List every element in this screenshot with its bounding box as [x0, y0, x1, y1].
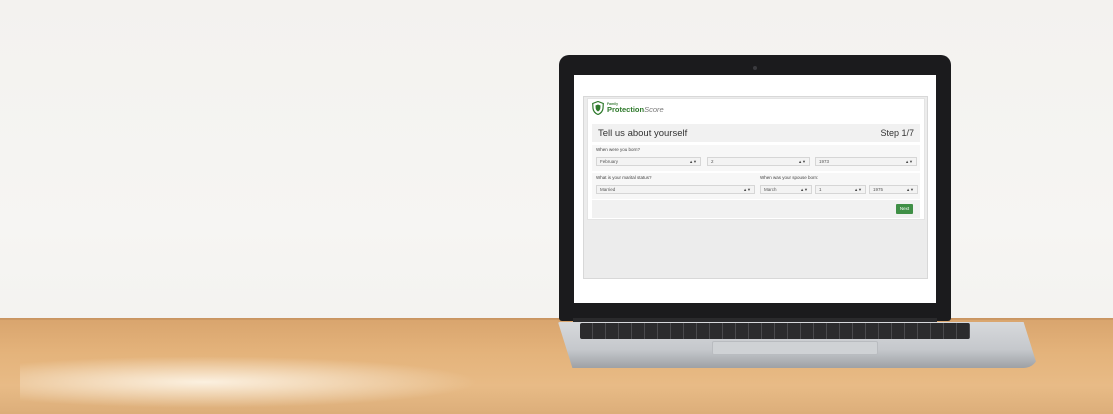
form-card: Family ProtectionScore Tell us about you…: [587, 98, 925, 220]
spouse-birth-month-select[interactable]: March ▲▼: [760, 185, 812, 194]
dropdown-arrow-icon: ▲▼: [854, 187, 862, 192]
dropdown-arrow-icon: ▲▼: [689, 159, 697, 164]
dropdown-arrow-icon: ▲▼: [800, 187, 808, 192]
webcam: [753, 66, 757, 70]
marital-status-select[interactable]: Married ▲▼: [596, 185, 755, 194]
spouse-birth-day-select[interactable]: 1 ▲▼: [815, 185, 866, 194]
birth-day-select[interactable]: 2 ▲▼: [707, 157, 810, 166]
laptop-trackpad: [712, 341, 878, 355]
marital-status-label: What is your marital status?: [596, 175, 652, 180]
desk-light-reflection: [20, 356, 480, 408]
birth-date-section: When were you born? February ▲▼ 2 ▲▼ 1973 ▲…: [592, 145, 920, 171]
laptop-screen: Family ProtectionScore Tell us about you…: [574, 75, 936, 303]
dropdown-arrow-icon: ▲▼: [798, 159, 806, 164]
shield-icon: [592, 101, 604, 115]
page-title: Tell us about yourself: [598, 127, 688, 139]
birth-year-select[interactable]: 1973 ▲▼: [815, 157, 917, 166]
dropdown-arrow-icon: ▲▼: [905, 159, 913, 164]
dropdown-arrow-icon: ▲▼: [906, 187, 914, 192]
brand-logo: Family ProtectionScore: [592, 101, 664, 115]
logo-main-text: ProtectionScore: [607, 105, 664, 114]
form-header: Tell us about yourself Step 1/7: [592, 124, 920, 142]
spouse-birth-label: When was your spouse born:: [760, 175, 819, 180]
dropdown-arrow-icon: ▲▼: [743, 187, 751, 192]
spouse-birth-year-select[interactable]: 1975 ▲▼: [869, 185, 918, 194]
app-window: Family ProtectionScore Tell us about you…: [583, 96, 928, 279]
birth-month-select[interactable]: February ▲▼: [596, 157, 701, 166]
step-indicator: Step 1/7: [880, 128, 914, 138]
form-actions: Next: [592, 200, 920, 218]
logo-suffix: Score: [644, 105, 664, 114]
laptop-lid: Family ProtectionScore Tell us about you…: [559, 55, 951, 321]
laptop-keyboard: [580, 323, 970, 339]
birth-date-label: When were you born?: [596, 147, 641, 152]
next-button[interactable]: Next: [896, 204, 913, 214]
marital-spouse-section: What is your marital status? Married ▲▼ W…: [592, 173, 920, 199]
